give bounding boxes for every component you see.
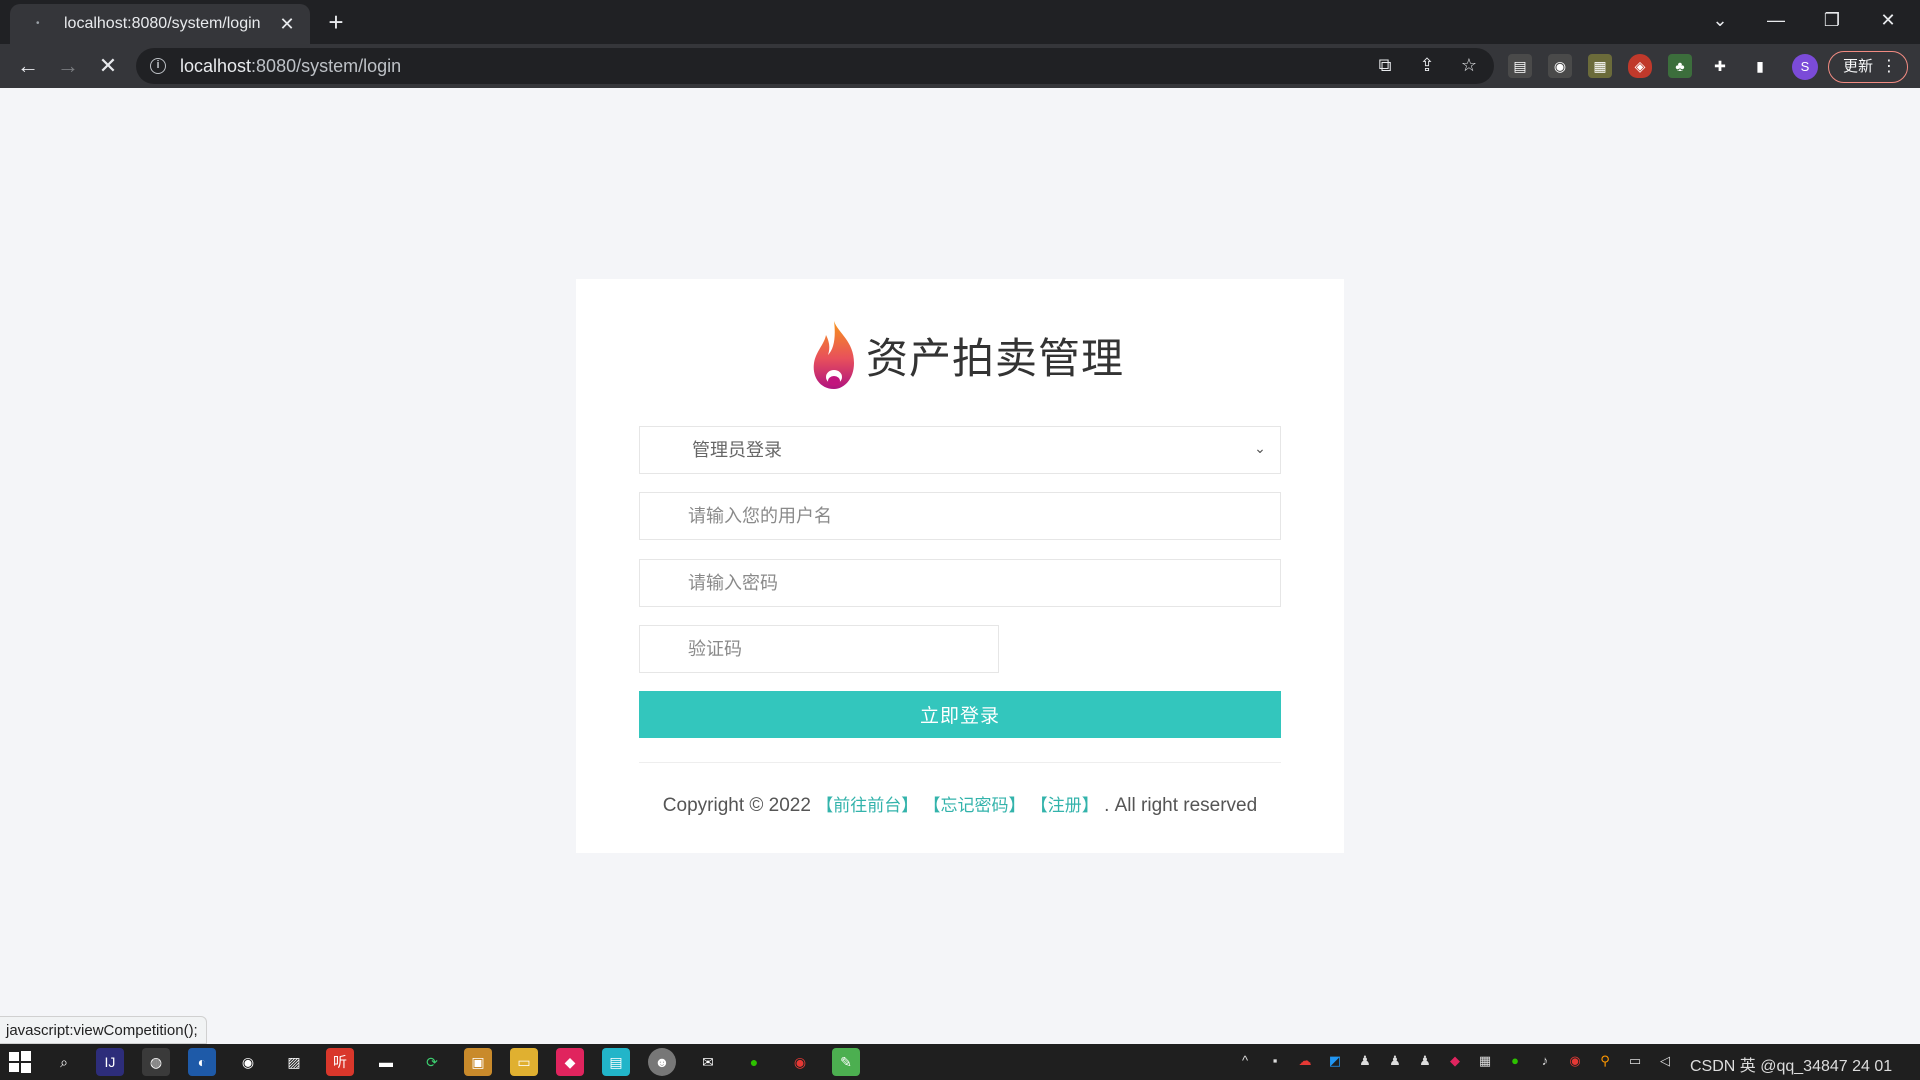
minimize-icon[interactable]: —	[1748, 0, 1804, 40]
puzzle-extensions-icon[interactable]: ✚	[1708, 54, 1732, 78]
tray-expand-icon[interactable]: ^	[1236, 1050, 1254, 1072]
tray-qq2-icon[interactable]: ♟	[1386, 1050, 1404, 1072]
browser-tab-strip: • localhost:8080/system/login ✕ + ⌄ — ❐ …	[0, 0, 1920, 44]
restore-icon[interactable]: ❐	[1804, 0, 1860, 40]
tray-feishu-icon[interactable]: ◩	[1326, 1050, 1344, 1072]
footer: Copyright © 2022 【前往前台】 【忘记密码】 【注册】 . Al…	[576, 791, 1344, 817]
system-tray: ^ ▪ ☁ ◩ ♟ ♟ ♟ ◆ ▦ ● ♪ ◉ ⚲ ▭ ◁	[1236, 1050, 1674, 1072]
forward-arrow-icon[interactable]: →	[54, 52, 82, 80]
tray-volume-icon[interactable]: ◁	[1656, 1050, 1674, 1072]
status-bar-link-preview: javascript:viewCompetition();	[0, 1016, 207, 1044]
tray-network-icon[interactable]: ▭	[1626, 1050, 1644, 1072]
stop-loading-icon[interactable]: ✕	[94, 52, 122, 80]
notepad-icon[interactable]: ✎	[832, 1048, 860, 1076]
tray-status-text: CSDN 英 @qq_34847 24 01	[1690, 1058, 1893, 1075]
username-field[interactable]	[639, 492, 1281, 540]
tab-search-chevron-icon[interactable]: ⌄	[1692, 0, 1748, 40]
login-button[interactable]: 立即登录	[639, 691, 1281, 738]
url-host: localhost	[180, 55, 252, 76]
front-page-link[interactable]: 【前往前台】	[816, 796, 918, 816]
app-cyan-icon[interactable]: ▤	[602, 1048, 630, 1076]
tray-app2-icon[interactable]: ▦	[1476, 1050, 1494, 1072]
paint-icon[interactable]: ▨	[280, 1048, 308, 1076]
captcha-field[interactable]	[639, 625, 999, 673]
sync-icon[interactable]: ⟳	[418, 1048, 446, 1076]
windows-taskbar: ⌕ IJ ◍ ◐ ◉ ▨ 听 ▬ ⟳ ▣ ▭ ◆ ▤ ☻ ✉ ● ◉ ✎ ^ ▪…	[0, 1044, 1920, 1080]
screen-record-icon[interactable]: ◉	[786, 1048, 814, 1076]
side-panel-icon[interactable]: ▮	[1748, 54, 1772, 78]
shield-extension-icon[interactable]: ◈	[1628, 54, 1652, 78]
copyright-text: Copyright © 2022	[662, 795, 811, 816]
edge-icon[interactable]: ◐	[188, 1048, 216, 1076]
address-url[interactable]: localhost:8080/system/login	[180, 56, 401, 77]
update-label: 更新	[1843, 58, 1874, 75]
avatar-app-icon[interactable]: ☻	[648, 1048, 676, 1076]
password-field[interactable]	[639, 559, 1281, 607]
bookmark-star-icon[interactable]: ☆	[1458, 54, 1480, 76]
wechat-icon[interactable]: ●	[740, 1048, 768, 1076]
windows-start-icon[interactable]	[8, 1050, 32, 1074]
profile-avatar[interactable]: S	[1792, 54, 1818, 80]
camera-extension-icon[interactable]: ◉	[1548, 54, 1572, 78]
close-window-icon[interactable]: ✕	[1860, 0, 1916, 40]
register-link[interactable]: 【注册】	[1031, 796, 1099, 816]
logo-text: 资产拍卖管理	[866, 333, 1125, 383]
username-input[interactable]	[640, 493, 1280, 539]
tray-pink-icon[interactable]: ◆	[1446, 1050, 1464, 1072]
tray-wechat-icon[interactable]: ●	[1506, 1050, 1524, 1072]
tab-close-icon[interactable]: ✕	[276, 13, 298, 35]
file-explorer-icon[interactable]: ▭	[510, 1048, 538, 1076]
intellij-icon[interactable]: IJ	[96, 1048, 124, 1076]
back-arrow-icon[interactable]: ←	[14, 52, 42, 80]
role-select-field[interactable]: 管理员登录 ⌄	[639, 426, 1281, 474]
rights-text: . All right reserved	[1104, 795, 1258, 816]
tray-mic-icon[interactable]: ♪	[1536, 1050, 1554, 1072]
menu-dots-icon[interactable]: ⋮	[1881, 52, 1897, 81]
captcha-input[interactable]	[640, 626, 998, 672]
search-icon[interactable]: ⌕	[50, 1048, 78, 1076]
update-button[interactable]: 更新 ⋮	[1828, 51, 1908, 83]
divider	[639, 762, 1281, 763]
tray-qq-icon[interactable]: ♟	[1356, 1050, 1374, 1072]
browser-tab[interactable]: • localhost:8080/system/login ✕	[10, 4, 310, 44]
open-in-app-icon[interactable]: ⧉	[1374, 54, 1396, 76]
tray-cloud-icon[interactable]: ☁	[1296, 1050, 1314, 1072]
share-icon[interactable]: ⇪	[1416, 54, 1438, 76]
chrome-icon[interactable]: ◍	[142, 1048, 170, 1076]
browser-toolbar: ← → ✕ i localhost:8080/system/login ⧉ ⇪ …	[0, 44, 1920, 88]
mail-icon[interactable]: ✉	[694, 1048, 722, 1076]
site-logo: 资产拍卖管理	[808, 319, 1124, 391]
tab-title: localhost:8080/system/login	[64, 15, 261, 32]
role-select[interactable]: 管理员登录	[640, 427, 1280, 473]
password-input[interactable]	[640, 560, 1280, 606]
leaf-extension-icon[interactable]: ♣	[1668, 54, 1692, 78]
flame-logo-icon	[813, 321, 854, 389]
forgot-password-link[interactable]: 【忘记密码】	[924, 796, 1026, 816]
news-app-icon[interactable]: 听	[326, 1048, 354, 1076]
tray-search-icon[interactable]: ⚲	[1596, 1050, 1614, 1072]
tray-record-icon[interactable]: ◉	[1566, 1050, 1584, 1072]
tray-qq3-icon[interactable]: ♟	[1416, 1050, 1434, 1072]
image-extension-icon[interactable]: ▦	[1588, 54, 1612, 78]
archive-icon[interactable]: ▣	[464, 1048, 492, 1076]
new-tab-button[interactable]: +	[322, 8, 350, 36]
url-path: :8080/system/login	[251, 55, 402, 76]
login-card: 资产拍卖管理 管理员登录 ⌄ 立即登录 Copyright © 2022 【前往…	[576, 279, 1344, 853]
address-bar[interactable]: i localhost:8080/system/login ⧉ ⇪ ☆	[136, 48, 1494, 84]
taskbar-apps: ⌕ IJ ◍ ◐ ◉ ▨ 听 ▬ ⟳ ▣ ▭ ◆ ▤ ☻ ✉ ● ◉ ✎	[50, 1048, 860, 1076]
record-icon[interactable]: ◉	[234, 1048, 262, 1076]
extensions-area: ▤ ◉ ▦ ◈ ♣ ✚ ▮	[1508, 54, 1772, 78]
loading-favicon-icon: •	[36, 18, 40, 29]
site-info-icon[interactable]: i	[150, 58, 166, 74]
tray-app-icon[interactable]: ▪	[1266, 1050, 1284, 1072]
app-pink-icon[interactable]: ◆	[556, 1048, 584, 1076]
terminal-icon[interactable]: ▬	[372, 1048, 400, 1076]
translate-extension-icon[interactable]: ▤	[1508, 54, 1532, 78]
